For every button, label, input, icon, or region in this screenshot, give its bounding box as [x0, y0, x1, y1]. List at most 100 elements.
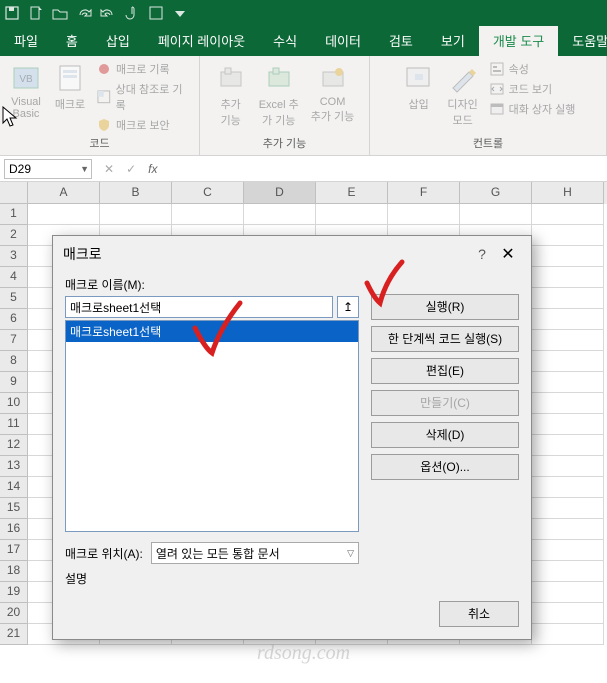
relative-ref-button[interactable]: 상대 참조로 기록	[94, 80, 193, 114]
chevron-down-icon[interactable]: ▽	[347, 548, 354, 559]
cancel-button[interactable]: 취소	[439, 601, 519, 627]
cell[interactable]	[532, 414, 604, 435]
excel-addins-button[interactable]: Excel 추 가 기능	[255, 60, 303, 130]
col-E[interactable]: E	[316, 182, 388, 204]
row-header[interactable]: 2	[0, 225, 28, 246]
row-header[interactable]: 18	[0, 561, 28, 582]
options-button[interactable]: 옵션(O)...	[371, 454, 519, 480]
col-H[interactable]: H	[532, 182, 604, 204]
cell[interactable]	[28, 204, 100, 225]
row-header[interactable]: 6	[0, 309, 28, 330]
save-icon[interactable]	[4, 5, 20, 21]
record-macro-button[interactable]: 매크로 기록	[94, 60, 193, 78]
fx-icon[interactable]: fx	[148, 162, 157, 176]
collapse-dialog-button[interactable]: ↥	[337, 296, 359, 318]
cell[interactable]	[532, 435, 604, 456]
cell[interactable]	[532, 477, 604, 498]
row-header[interactable]: 7	[0, 330, 28, 351]
row-header[interactable]: 12	[0, 435, 28, 456]
row-header[interactable]: 8	[0, 351, 28, 372]
insert-control-button[interactable]: 삽입	[399, 60, 439, 114]
tab-help[interactable]: 도움말	[558, 26, 607, 56]
col-G[interactable]: G	[460, 182, 532, 204]
row-header[interactable]: 16	[0, 519, 28, 540]
row-header[interactable]: 20	[0, 603, 28, 624]
properties-button[interactable]: 속성	[487, 60, 578, 78]
delete-button[interactable]: 삭제(D)	[371, 422, 519, 448]
cell[interactable]	[532, 624, 604, 645]
tab-file[interactable]: 파일	[0, 26, 52, 56]
redo-icon[interactable]	[76, 5, 92, 21]
cell[interactable]	[532, 498, 604, 519]
cell[interactable]	[532, 519, 604, 540]
chevron-down-icon[interactable]: ▼	[80, 164, 89, 174]
cancel-formula-icon[interactable]: ✕	[104, 162, 114, 176]
run-dialog-button[interactable]: 대화 상자 실행	[487, 100, 578, 118]
macro-name-input[interactable]	[65, 296, 333, 318]
cell[interactable]	[532, 456, 604, 477]
cell[interactable]	[316, 204, 388, 225]
help-button[interactable]: ?	[469, 246, 495, 262]
col-F[interactable]: F	[388, 182, 460, 204]
cell[interactable]	[532, 204, 604, 225]
row-header[interactable]: 3	[0, 246, 28, 267]
cell[interactable]	[532, 351, 604, 372]
row-header[interactable]: 21	[0, 624, 28, 645]
cell[interactable]	[532, 393, 604, 414]
cell[interactable]	[460, 204, 532, 225]
col-D[interactable]: D	[244, 182, 316, 204]
open-icon[interactable]	[52, 5, 68, 21]
row-header[interactable]: 11	[0, 414, 28, 435]
tab-data[interactable]: 데이터	[311, 26, 375, 56]
enter-formula-icon[interactable]: ✓	[126, 162, 136, 176]
cell[interactable]	[532, 330, 604, 351]
col-A[interactable]: A	[28, 182, 100, 204]
row-header[interactable]: 17	[0, 540, 28, 561]
run-button[interactable]: 실행(R)	[371, 294, 519, 320]
tab-pagelayout[interactable]: 페이지 레이아웃	[144, 26, 259, 56]
macros-button[interactable]: 매크로	[50, 60, 90, 114]
macro-security-button[interactable]: 매크로 보안	[94, 116, 193, 134]
cell[interactable]	[532, 267, 604, 288]
undo-icon[interactable]	[100, 5, 116, 21]
name-box[interactable]: D29 ▼	[4, 159, 92, 179]
cell[interactable]	[532, 582, 604, 603]
cell[interactable]	[388, 204, 460, 225]
tab-review[interactable]: 검토	[375, 26, 427, 56]
row-header[interactable]: 13	[0, 456, 28, 477]
row-header[interactable]: 14	[0, 477, 28, 498]
step-into-button[interactable]: 한 단계씩 코드 실행(S)	[371, 326, 519, 352]
cell[interactable]	[100, 204, 172, 225]
row-header[interactable]: 4	[0, 267, 28, 288]
view-code-button[interactable]: 코드 보기	[487, 80, 578, 98]
row-header[interactable]: 5	[0, 288, 28, 309]
cell[interactable]	[244, 204, 316, 225]
cell[interactable]	[532, 309, 604, 330]
cell[interactable]	[532, 246, 604, 267]
cell[interactable]	[532, 540, 604, 561]
col-B[interactable]: B	[100, 182, 172, 204]
row-header[interactable]: 10	[0, 393, 28, 414]
tab-insert[interactable]: 삽입	[92, 26, 144, 56]
cell[interactable]	[532, 372, 604, 393]
cell[interactable]	[172, 204, 244, 225]
new-icon[interactable]	[28, 5, 44, 21]
col-C[interactable]: C	[172, 182, 244, 204]
row-header[interactable]: 9	[0, 372, 28, 393]
cell[interactable]	[532, 603, 604, 624]
row-header[interactable]: 15	[0, 498, 28, 519]
design-mode-button[interactable]: 디자인 모드	[443, 60, 483, 130]
tab-view[interactable]: 보기	[427, 26, 479, 56]
tab-formulas[interactable]: 수식	[259, 26, 311, 56]
customize-icon[interactable]	[172, 5, 188, 21]
touch-icon[interactable]	[124, 5, 140, 21]
macro-list-item[interactable]: 매크로sheet1선택	[66, 321, 358, 342]
macro-location-combo[interactable]: 열려 있는 모든 통합 문서 ▽	[151, 542, 359, 564]
addins-button[interactable]: 추가 기능	[211, 60, 251, 130]
macro-listbox[interactable]: 매크로sheet1선택	[65, 320, 359, 532]
row-header[interactable]: 19	[0, 582, 28, 603]
cell[interactable]	[532, 288, 604, 309]
close-button[interactable]: ✕	[495, 244, 521, 264]
row-header[interactable]: 1	[0, 204, 28, 225]
cell[interactable]	[532, 225, 604, 246]
